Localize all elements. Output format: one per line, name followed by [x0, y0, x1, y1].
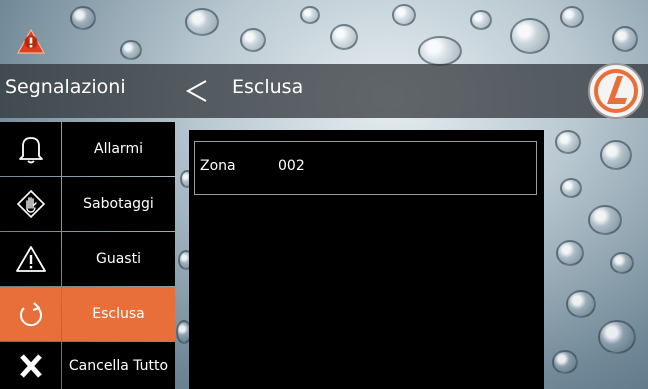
sidebar-item-label: Esclusa: [62, 287, 175, 341]
water-drop: [555, 130, 581, 154]
water-drop: [610, 252, 634, 274]
water-drop: [392, 4, 416, 26]
back-arrow-icon[interactable]: [184, 78, 210, 104]
water-drop: [510, 18, 550, 54]
water-drop: [418, 36, 462, 66]
water-drop: [552, 350, 578, 374]
brand-logo: [588, 63, 644, 119]
water-drop: [556, 240, 584, 266]
sidebar-item-esclusa[interactable]: Esclusa: [0, 287, 175, 341]
water-drop: [560, 178, 582, 198]
x-icon: [0, 342, 61, 389]
water-drop: [588, 205, 622, 235]
zone-label: Zona: [200, 158, 236, 174]
warning-icon: [0, 232, 61, 286]
water-drop: [566, 290, 596, 318]
water-drop: [330, 24, 358, 50]
water-drop: [560, 6, 584, 28]
sidebar-item-label: Cancella Tutto: [62, 342, 175, 389]
water-drop: [240, 28, 266, 52]
sidebar-item-sabotaggi[interactable]: Sabotaggi: [0, 177, 175, 231]
page-title: Segnalazioni: [5, 76, 126, 98]
sidebar-item-cancella-tutto[interactable]: Cancella Tutto: [0, 342, 175, 389]
sidebar-item-label: Allarmi: [62, 122, 175, 176]
water-drop: [600, 140, 632, 170]
zone-number: 002: [278, 158, 305, 174]
water-drop: [598, 320, 636, 354]
water-drop: [300, 6, 320, 24]
section-title: Esclusa: [232, 76, 304, 98]
list-item[interactable]: [194, 141, 537, 195]
water-drop: [70, 6, 96, 30]
water-drop: [612, 26, 638, 52]
sidebar-item-allarmi[interactable]: Allarmi: [0, 122, 175, 176]
bell-icon: [0, 122, 61, 176]
sidebar-item-guasti[interactable]: Guasti: [0, 232, 175, 286]
alert-icon: [16, 28, 46, 54]
water-drop: [185, 8, 219, 36]
hand-icon: [0, 177, 61, 231]
sidebar-item-label: Sabotaggi: [62, 177, 175, 231]
water-drop: [470, 10, 492, 30]
water-drop: [120, 40, 142, 60]
exclude-arrow-icon: [0, 287, 61, 341]
sidebar-item-label: Guasti: [62, 232, 175, 286]
